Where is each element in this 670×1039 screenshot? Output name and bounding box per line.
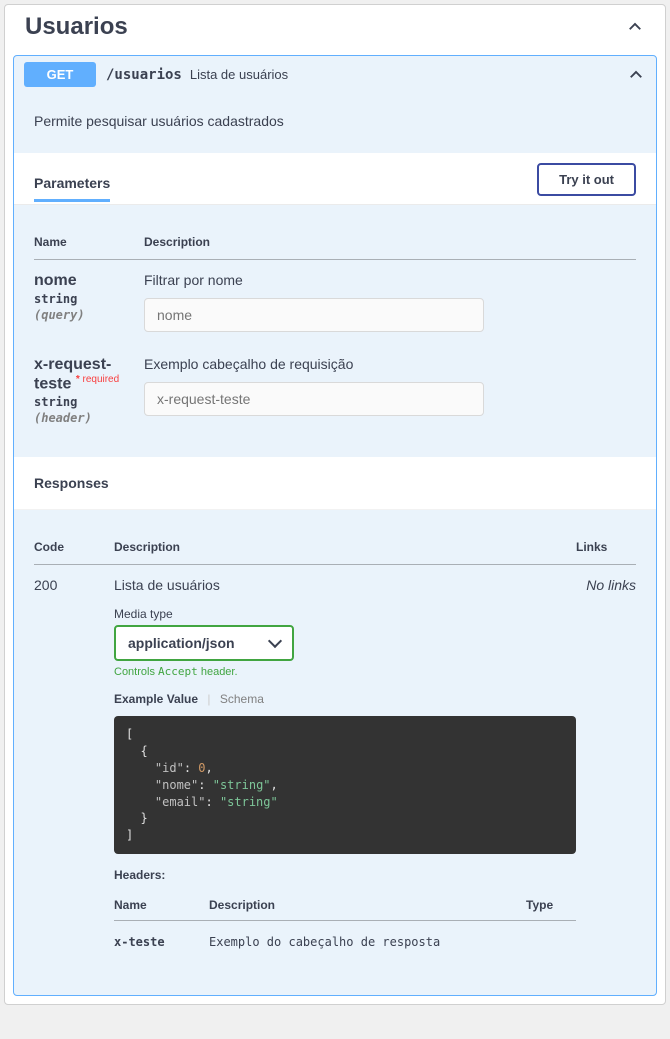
param-name: nome <box>34 272 144 290</box>
header-type <box>526 920 576 963</box>
col-links: Links <box>576 530 636 565</box>
tag-header[interactable]: Usuarios <box>5 5 665 55</box>
param-type: string <box>34 395 144 409</box>
hcol-name: Name <box>114 890 209 921</box>
example-code-block: [ { "id": 0, "nome": "string", "email": … <box>114 716 576 854</box>
operation-body: Permite pesquisar usuários cadastrados P… <box>14 93 656 975</box>
media-type-select[interactable]: application/json <box>114 625 294 661</box>
hcol-type: Type <box>526 890 576 921</box>
param-type: string <box>34 292 144 306</box>
no-links: No links <box>576 565 636 975</box>
param-input[interactable] <box>144 298 484 332</box>
col-code: Code <box>34 530 114 565</box>
operation-header[interactable]: GET /usuarios Lista de usuários <box>14 56 656 93</box>
operation-summary: Lista de usuários <box>190 67 288 82</box>
param-description: Exemplo cabeçalho de requisição <box>144 356 636 372</box>
param-in: (header) <box>34 411 144 425</box>
header-description: Exemplo do cabeçalho de resposta <box>209 920 526 963</box>
media-type-label: Media type <box>114 607 576 621</box>
operation-block: GET /usuarios Lista de usuários Permite … <box>13 55 657 996</box>
tag-section: Usuarios GET /usuarios Lista de usuários… <box>4 4 666 1005</box>
param-name: x-request-teste required <box>34 356 144 393</box>
param-description: Filtrar por nome <box>144 272 636 288</box>
response-code: 200 <box>34 565 114 975</box>
tab-example-value[interactable]: Example Value <box>114 692 198 706</box>
response-description: Lista de usuários <box>114 577 576 593</box>
chevron-up-icon <box>625 17 645 37</box>
method-badge: GET <box>24 62 96 87</box>
responses-heading: Responses <box>14 457 656 510</box>
col-description: Description <box>144 225 636 260</box>
col-description: Description <box>114 530 576 565</box>
param-in: (query) <box>34 308 144 322</box>
tab-schema[interactable]: Schema <box>220 692 264 706</box>
param-input[interactable] <box>144 382 484 416</box>
operation-description: Permite pesquisar usuários cadastrados <box>14 93 656 153</box>
controls-accept-text: Controls Accept header. <box>114 665 576 678</box>
example-schema-tabs: Example Value | Schema <box>114 692 576 706</box>
parameters-bar: Parameters Try it out <box>14 153 656 205</box>
hcol-description: Description <box>209 890 526 921</box>
response-headers-table: Name Description Type x-testeExemplo do … <box>114 890 576 963</box>
chevron-up-icon <box>626 65 646 85</box>
try-it-out-button[interactable]: Try it out <box>537 163 636 196</box>
parameters-tab: Parameters <box>34 165 110 202</box>
parameters-table: Name Description nome string (query) Filtra… <box>34 225 636 437</box>
tag-title: Usuarios <box>25 13 128 41</box>
headers-label: Headers: <box>114 868 576 882</box>
header-name: x-teste <box>114 920 209 963</box>
col-name: Name <box>34 225 144 260</box>
operation-path: /usuarios <box>106 67 182 83</box>
responses-table: Code Description Links 200 Lista de usuá… <box>34 530 636 975</box>
